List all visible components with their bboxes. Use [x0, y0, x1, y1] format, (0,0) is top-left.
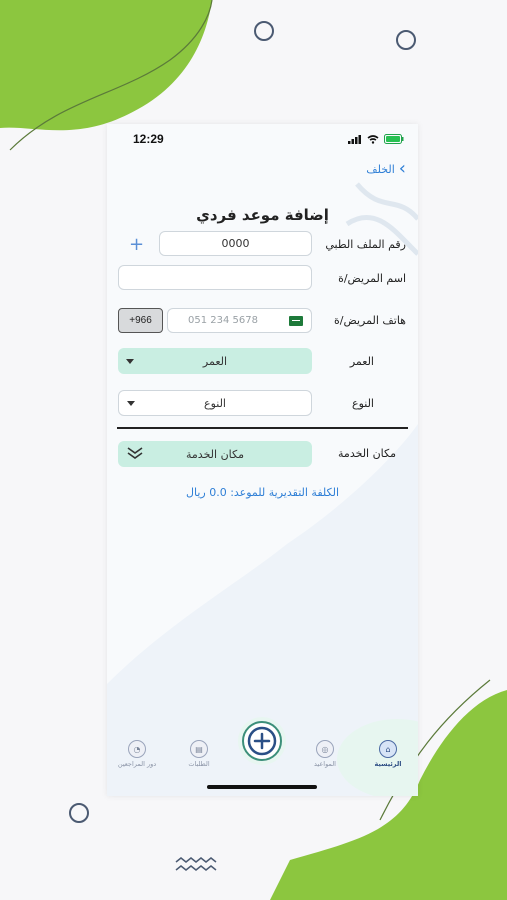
appointments-icon: ◎	[316, 740, 334, 758]
requests-icon: ▤	[190, 740, 208, 758]
age-label: العمر	[349, 355, 374, 368]
patient-phone-input[interactable]: 051 234 5678	[167, 308, 312, 333]
gender-select[interactable]: النوع	[118, 390, 312, 416]
nav-appointments[interactable]: ◎ المواعيد	[300, 740, 350, 768]
nav-appointments-label: المواعيد	[314, 760, 336, 768]
phone-screen: 12:29 › الخلف إضافة موعد فردي رقم الملف …	[107, 124, 418, 796]
service-place-select[interactable]: مكان الخدمة	[118, 441, 312, 467]
caret-down-icon	[126, 359, 134, 364]
service-place-value: مكان الخدمة	[186, 447, 244, 461]
nav-queue-label: دور المراجعين	[117, 760, 157, 768]
page-title: إضافة موعد فردي	[196, 206, 329, 224]
patient-phone-label: هاتف المريض/ة	[334, 314, 406, 327]
plus-icon[interactable]: +	[129, 234, 144, 255]
double-chevron-down-icon	[127, 447, 143, 459]
country-code-button[interactable]: +966	[118, 308, 163, 333]
patient-name-input[interactable]	[118, 265, 312, 290]
battery-icon	[384, 134, 404, 144]
nav-requests-label: الطلبات	[188, 760, 210, 768]
age-select[interactable]: العمر	[118, 348, 312, 374]
add-icon[interactable]	[237, 716, 287, 766]
wifi-icon	[367, 134, 379, 144]
nav-home-label: الرئيسية	[374, 760, 402, 768]
medical-file-input[interactable]: 0000	[159, 231, 312, 256]
signal-icon	[348, 134, 361, 144]
status-bar: 12:29	[107, 124, 418, 154]
status-icons	[348, 134, 404, 144]
nav-queue[interactable]: ◔ دور المراجعين	[112, 740, 162, 768]
estimated-cost: الكلفة التقديرية للموعد: 0.0 ريال	[185, 486, 340, 499]
age-select-value: العمر	[202, 354, 228, 368]
medical-file-label: رقم الملف الطبي	[325, 238, 406, 251]
home-indicator	[207, 785, 317, 789]
back-button[interactable]: › الخلف	[366, 158, 406, 179]
phone-placeholder: 051 234 5678	[188, 315, 258, 326]
home-icon: ⌂	[379, 740, 397, 758]
patient-name-label: اسم المريض/ة	[338, 272, 406, 285]
status-time: 12:29	[133, 132, 164, 146]
chevron-right-icon: ›	[398, 158, 406, 179]
service-place-label: مكان الخدمة	[338, 447, 396, 460]
gender-label: النوع	[352, 397, 374, 410]
gender-select-value: النوع	[204, 396, 226, 410]
queue-icon: ◔	[128, 740, 146, 758]
back-label: الخلف	[366, 162, 395, 176]
caret-down-icon	[127, 401, 135, 406]
nav-requests[interactable]: ▤ الطلبات	[174, 740, 224, 768]
nav-home[interactable]: ⌂ الرئيسية	[363, 740, 413, 768]
divider	[117, 427, 408, 429]
saudi-flag-icon	[289, 316, 303, 326]
